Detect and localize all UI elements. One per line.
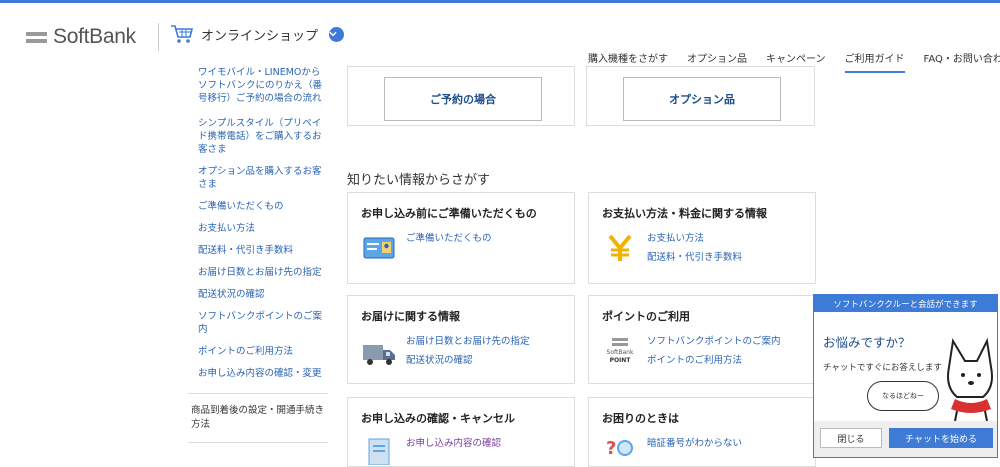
online-shop-link[interactable]: オンラインショップ bbox=[170, 23, 344, 45]
card-title: お申し込み前にご準備いただくもの bbox=[361, 205, 537, 221]
card-link[interactable]: 配送料・代引き手数料 bbox=[647, 248, 742, 267]
card-title: ポイントのご利用 bbox=[602, 308, 690, 324]
card-links: 暗証番号がわからない bbox=[647, 434, 742, 453]
card-links: お申し込み内容の確認 bbox=[406, 434, 501, 453]
chat-question: お悩みですか？ bbox=[823, 332, 911, 351]
id-card-icon bbox=[362, 233, 396, 263]
card-link[interactable]: お届け日数とお届け先の指定 bbox=[406, 332, 530, 351]
card-link[interactable]: ソフトバンクポイントのご案内 bbox=[647, 332, 780, 351]
cart-icon bbox=[170, 23, 194, 45]
chat-subtitle: チャットですぐにお答えします bbox=[823, 361, 942, 373]
chat-header: ソフトバンククルーと会話ができます bbox=[814, 295, 997, 312]
chat-speech-bubble: なるほどねー bbox=[867, 381, 939, 411]
card-links: ご準備いただくもの bbox=[406, 229, 492, 248]
chat-widget: ソフトバンククルーと会話ができます お悩みですか？ チャットですぐにお答えします… bbox=[813, 294, 998, 458]
sidebar-link[interactable]: ワイモバイル・LINEMOからソフトバンクにのりかえ（番号移行）ご予約の場合の流… bbox=[188, 66, 328, 108]
chat-footer: 閉じる チャットを始める bbox=[814, 421, 998, 458]
card-link[interactable]: ポイントのご利用方法 bbox=[647, 351, 780, 370]
info-card-payment: お支払い方法・料金に関する情報 お支払い方法 配送料・代引き手数料 bbox=[588, 192, 816, 284]
sidebar-link[interactable]: 配送状況の確認 bbox=[188, 288, 328, 301]
section-title: 知りたい情報からさがす bbox=[347, 169, 490, 188]
sidebar-link[interactable]: ポイントのご利用方法 bbox=[188, 345, 328, 358]
card-links: お支払い方法 配送料・代引き手数料 bbox=[647, 229, 742, 267]
card-link[interactable]: 暗証番号がわからない bbox=[647, 434, 742, 453]
softbank-point-icon: SoftBank POINT bbox=[603, 336, 637, 366]
yen-icon bbox=[603, 233, 637, 263]
softbank-logo[interactable]: SoftBank bbox=[26, 25, 136, 49]
info-card-troubleshooting: お困りのときは ? 暗証番号がわからない bbox=[588, 397, 816, 467]
sidebar-link[interactable]: ソフトバンクポイントのご案内 bbox=[188, 310, 328, 336]
reservation-button[interactable]: ご予約の場合 bbox=[384, 77, 542, 121]
question-magnifier-icon: ? bbox=[603, 434, 637, 464]
online-shop-label: オンラインショップ bbox=[201, 25, 318, 44]
chevron-down-icon[interactable] bbox=[329, 27, 344, 42]
sidebar-divider bbox=[188, 442, 328, 443]
svg-text:?: ? bbox=[606, 438, 616, 459]
options-card: オプション品 bbox=[586, 66, 815, 126]
logo-text: SoftBank bbox=[53, 25, 136, 49]
card-links: ソフトバンクポイントのご案内 ポイントのご利用方法 bbox=[647, 332, 780, 370]
info-card-points: ポイントのご利用 SoftBank POINT ソフトバンクポイントのご案内 ポ… bbox=[588, 295, 816, 384]
card-title: お困りのときは bbox=[602, 410, 679, 426]
card-link[interactable]: お申し込み内容の確認 bbox=[406, 434, 501, 453]
dog-mascot-icon bbox=[939, 337, 998, 421]
sidebar-link[interactable]: お届け日数とお届け先の指定 bbox=[188, 266, 328, 279]
info-card-delivery: お届けに関する情報 お届け日数とお届け先の指定 配送状況の確認 bbox=[347, 295, 575, 384]
sidebar-link[interactable]: 配送料・代引き手数料 bbox=[188, 244, 328, 257]
truck-icon bbox=[362, 339, 396, 369]
nav-item-guide[interactable]: ご利用ガイド bbox=[845, 50, 905, 73]
card-link[interactable]: 配送状況の確認 bbox=[406, 351, 530, 370]
card-link[interactable]: ご準備いただくもの bbox=[406, 229, 492, 248]
sidebar-link[interactable]: オプション品を購入するお客さま bbox=[188, 165, 328, 191]
chat-start-button[interactable]: チャットを始める bbox=[889, 428, 993, 448]
card-links: お届け日数とお届け先の指定 配送状況の確認 bbox=[406, 332, 530, 370]
reservation-card: ご予約の場合 bbox=[347, 66, 575, 126]
header-divider bbox=[158, 23, 159, 51]
sidebar: ワイモバイル・LINEMOからソフトバンクにのりかえ（番号移行）ご予約の場合の流… bbox=[188, 63, 328, 443]
info-card-confirm-cancel: お申し込みの確認・キャンセル お申し込み内容の確認 bbox=[347, 397, 575, 467]
sidebar-link[interactable]: シンプルスタイル（プリペイド携帯電話）をご購入するお客さま bbox=[188, 117, 328, 156]
sidebar-section-heading[interactable]: 商品到着後の設定・開通手続き方法 bbox=[188, 394, 328, 442]
options-button[interactable]: オプション品 bbox=[623, 77, 781, 121]
sidebar-link[interactable]: ご準備いただくもの bbox=[188, 200, 328, 213]
sidebar-link[interactable]: お申し込み内容の確認・変更 bbox=[188, 367, 328, 380]
logo-bars-icon bbox=[26, 32, 47, 43]
card-title: お申し込みの確認・キャンセル bbox=[361, 410, 515, 426]
card-title: お支払い方法・料金に関する情報 bbox=[602, 205, 767, 221]
card-link[interactable]: お支払い方法 bbox=[647, 229, 742, 248]
document-icon bbox=[362, 436, 396, 466]
sidebar-link[interactable]: お支払い方法 bbox=[188, 222, 328, 235]
nav-item-faq[interactable]: FAQ・お問い合わせ bbox=[924, 50, 1000, 73]
chat-close-button[interactable]: 閉じる bbox=[820, 428, 882, 448]
info-card-preparation: お申し込み前にご準備いただくもの ご準備いただくもの bbox=[347, 192, 575, 284]
card-title: お届けに関する情報 bbox=[361, 308, 460, 324]
site-header: SoftBank オンラインショップ 購入機種をさがす オプション品 キャンペー… bbox=[0, 3, 1000, 63]
